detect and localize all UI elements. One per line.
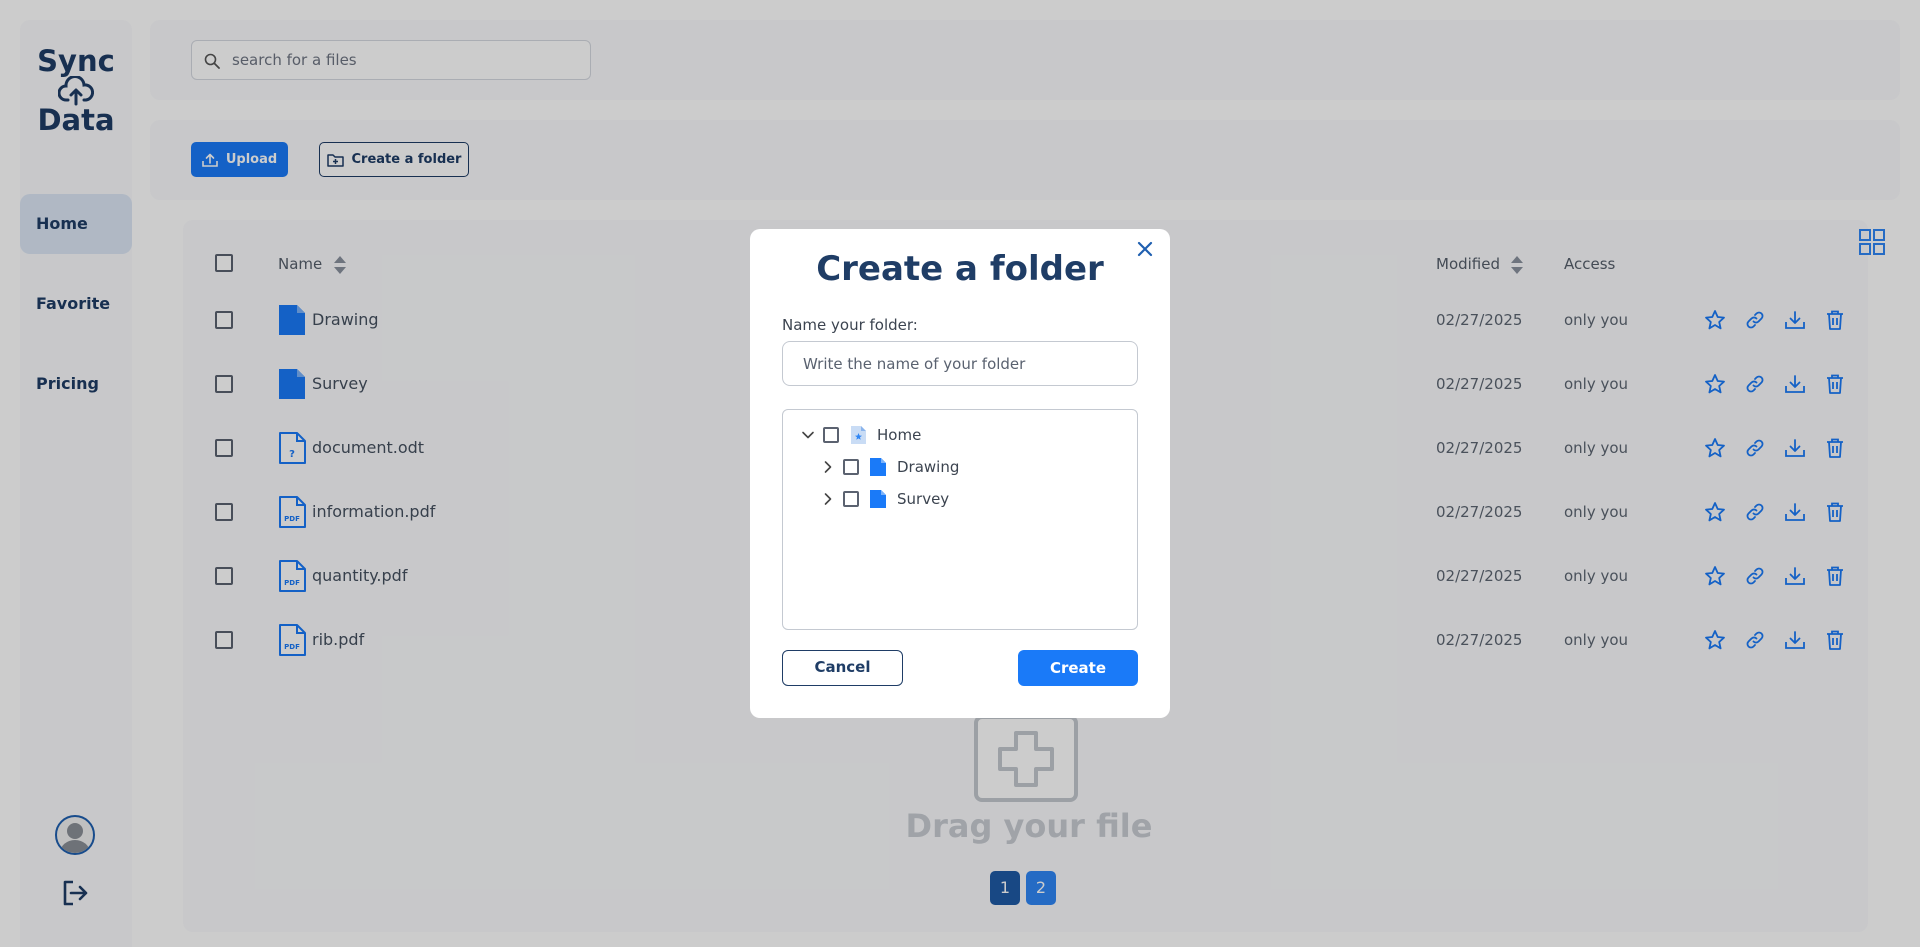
folder-tree: Home Drawing Survey [782,409,1138,630]
folder-icon [869,489,887,509]
tree-checkbox[interactable] [843,491,859,507]
chevron-down-icon[interactable] [801,428,815,442]
tree-label-survey: Survey [897,490,950,508]
tree-item-home[interactable]: Home [801,422,921,448]
tree-checkbox[interactable] [843,459,859,475]
modal-title: Create a folder [816,249,1104,289]
folder-name-input[interactable] [782,341,1138,386]
chevron-right-icon[interactable] [821,492,835,506]
cancel-button[interactable]: Cancel [782,650,903,686]
folder-name-label: Name your folder: [782,316,918,334]
create-folder-modal: Create a folder Name your folder: Home D… [750,229,1170,718]
chevron-right-icon[interactable] [821,460,835,474]
home-folder-icon [849,425,867,445]
tree-item-drawing[interactable]: Drawing [821,454,959,480]
tree-checkbox[interactable] [823,427,839,443]
tree-label-home: Home [877,426,922,444]
create-button[interactable]: Create [1018,650,1138,686]
tree-label-drawing: Drawing [897,458,960,476]
tree-item-survey[interactable]: Survey [821,486,949,512]
folder-icon [869,457,887,477]
